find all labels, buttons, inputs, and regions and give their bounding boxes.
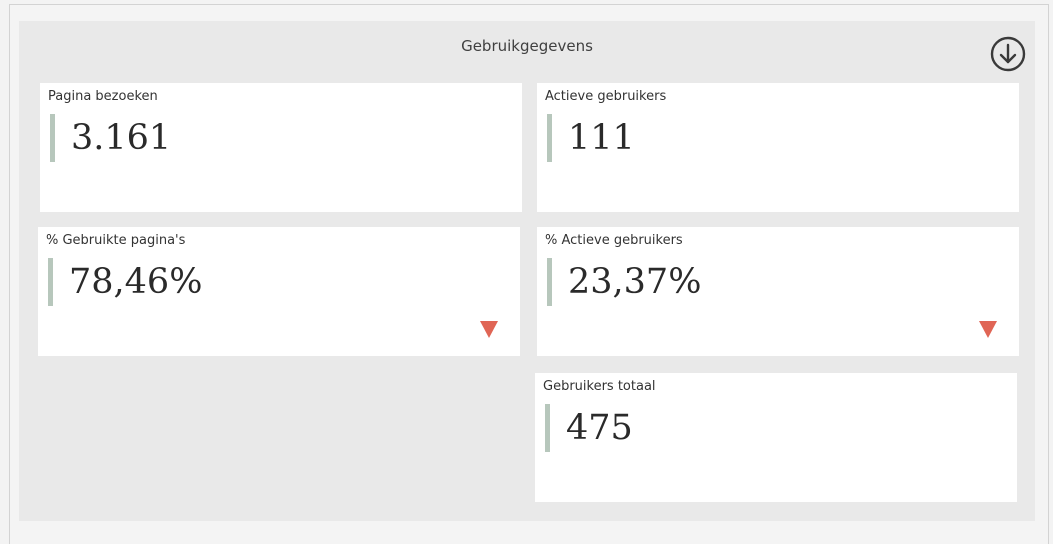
- card-accent-bar: [547, 258, 552, 306]
- card-active-users-pct[interactable]: % Actieve gebruikers 23,37%: [537, 227, 1019, 356]
- card-value: 3.161: [71, 118, 172, 158]
- panel-title: Gebruikgegevens: [461, 37, 593, 55]
- download-button[interactable]: [989, 35, 1027, 73]
- card-value: 23,37%: [568, 262, 702, 302]
- card-value: 111: [568, 118, 635, 158]
- card-value: 475: [566, 408, 633, 448]
- usage-data-panel: Gebruikgegevens Pagina bezoeken 3.161 Ac…: [19, 21, 1035, 521]
- card-value: 78,46%: [69, 262, 203, 302]
- card-accent-bar: [545, 404, 550, 452]
- card-label: % Gebruikte pagina's: [46, 233, 186, 248]
- card-accent-bar: [48, 258, 53, 306]
- card-label: Actieve gebruikers: [545, 89, 667, 104]
- card-label: Pagina bezoeken: [48, 89, 158, 104]
- card-accent-bar: [50, 114, 55, 162]
- card-active-users[interactable]: Actieve gebruikers 111: [537, 83, 1019, 212]
- card-total-users[interactable]: Gebruikers totaal 475: [535, 373, 1017, 502]
- card-used-pages-pct[interactable]: % Gebruikte pagina's 78,46%: [38, 227, 520, 356]
- card-label: Gebruikers totaal: [543, 379, 656, 394]
- card-label: % Actieve gebruikers: [545, 233, 683, 248]
- arrow-down-circle-icon: [990, 36, 1026, 72]
- trend-down-icon: [480, 321, 498, 338]
- card-page-visits[interactable]: Pagina bezoeken 3.161: [40, 83, 522, 212]
- card-accent-bar: [547, 114, 552, 162]
- trend-down-icon: [979, 321, 997, 338]
